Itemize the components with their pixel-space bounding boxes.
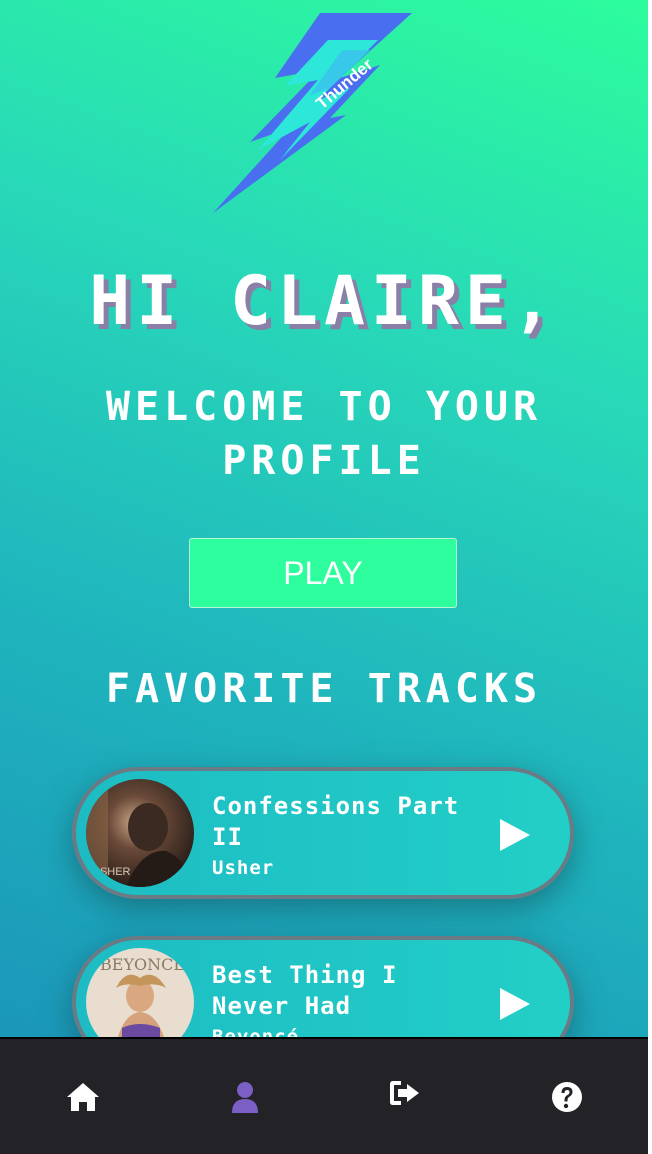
favorite-tracks-title: FAVORITE TRACKS (105, 666, 543, 712)
play-button[interactable]: PLAY (189, 538, 457, 608)
question-circle-icon[interactable] (549, 1079, 585, 1115)
page-edge (648, 0, 652, 1154)
album-art-text-beyonce: BEYONCE (100, 955, 185, 974)
play-track-icon[interactable] (494, 984, 534, 1024)
bottom-nav (0, 1037, 648, 1154)
play-track-icon[interactable] (494, 815, 534, 855)
album-art-usher: USHER (86, 779, 194, 887)
track-title: Confessions Part II (212, 792, 460, 851)
sign-out-icon[interactable] (387, 1075, 423, 1111)
album-art-text-usher: USHER (92, 866, 131, 878)
track-title: Best Thing I Never Had (212, 961, 398, 1020)
thunder-logo: Thunder (210, 10, 416, 216)
user-icon[interactable] (227, 1079, 263, 1115)
track-card-1[interactable]: USHER Confessions Part II Usher (72, 767, 574, 899)
greeting-heading: HI CLAIRE, (89, 262, 559, 341)
home-icon[interactable] (65, 1079, 101, 1115)
track-artist: Usher (212, 857, 275, 879)
welcome-subheading: WELCOME TO YOUR PROFILE (105, 384, 543, 484)
